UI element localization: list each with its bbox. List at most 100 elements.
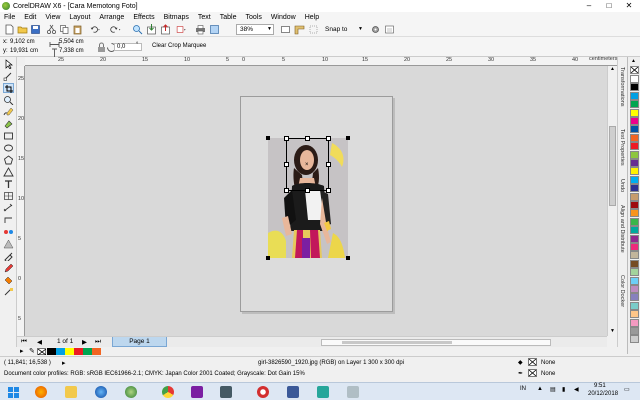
shape-tool-icon[interactable] [3, 71, 14, 81]
palette-swatch[interactable] [630, 192, 639, 201]
page-last-icon[interactable]: ⏭ [95, 338, 101, 346]
undo-icon[interactable] [90, 24, 106, 35]
smart-fill-tool-icon[interactable] [3, 119, 14, 129]
palette-swatch[interactable] [630, 184, 639, 193]
facebook-icon[interactable] [282, 384, 304, 400]
drawing-canvas[interactable]: × [25, 66, 607, 336]
crop-handle-top-right[interactable] [326, 136, 331, 141]
menu-window[interactable]: Window [271, 14, 296, 21]
y-position-field[interactable]: 19,931 cm [10, 48, 38, 54]
bitmap-node-bottom-left[interactable] [266, 256, 270, 260]
palette-swatch[interactable] [630, 268, 639, 277]
fill-tool-icon[interactable] [3, 275, 14, 285]
print-icon[interactable] [195, 24, 206, 35]
rulers-icon[interactable] [294, 24, 305, 35]
table-tool-icon[interactable] [3, 191, 14, 201]
close-button[interactable]: ✕ [620, 0, 638, 12]
zoom-tool-icon[interactable] [3, 95, 14, 105]
docker-tab-transformations[interactable]: Transformations [619, 67, 625, 107]
vertical-ruler[interactable]: 25 20 15 10 5 0 5 [17, 66, 25, 336]
width-field[interactable]: 5,504 cm [59, 39, 84, 45]
menu-view[interactable]: View [45, 14, 60, 21]
copy-icon[interactable] [59, 24, 70, 35]
eyedropper-tool-icon[interactable] [3, 251, 14, 261]
docker-tab-text-properties[interactable]: Text Properties [619, 129, 625, 166]
crop-handle-top-middle[interactable] [305, 136, 310, 141]
crop-handle-middle-left[interactable] [284, 162, 289, 167]
doc-swatch[interactable] [56, 348, 65, 355]
visual-studio-icon[interactable] [186, 384, 208, 400]
import-icon[interactable] [146, 24, 157, 35]
palette-menu-icon[interactable]: ▸ [20, 347, 24, 355]
doc-swatch[interactable] [47, 348, 56, 355]
page-tab[interactable]: Page 1 [112, 337, 167, 347]
doc-swatch[interactable] [92, 348, 101, 355]
palette-swatch[interactable] [630, 285, 639, 293]
full-screen-icon[interactable] [280, 24, 291, 35]
coreldraw-taskbar-icon[interactable] [120, 384, 142, 400]
palette-swatch[interactable] [630, 335, 639, 344]
menu-layout[interactable]: Layout [69, 14, 90, 21]
palette-swatch[interactable] [630, 117, 639, 125]
palette-swatch[interactable] [630, 201, 639, 209]
bitmap-node-top-right[interactable] [346, 136, 350, 140]
opera-icon[interactable] [252, 384, 274, 400]
outline-pen-tool-icon[interactable] [3, 263, 14, 273]
tray-arrow-icon[interactable]: ▲ [537, 386, 543, 392]
horizontal-scroll-thumb[interactable] [342, 341, 452, 344]
palette-swatch[interactable] [630, 125, 639, 134]
docker-tab-color[interactable]: Color Docker [619, 275, 625, 307]
parallel-dimension-tool-icon[interactable] [3, 203, 14, 213]
text-tool-icon[interactable] [3, 179, 14, 189]
settings-app-icon[interactable] [215, 384, 237, 400]
palette-swatch[interactable] [630, 301, 639, 310]
open-folder-icon[interactable] [17, 24, 28, 35]
transparency-tool-icon[interactable] [3, 239, 14, 249]
notepad-icon[interactable] [342, 384, 364, 400]
welcome-screen-icon[interactable] [209, 24, 220, 35]
palette-swatch[interactable] [630, 259, 639, 268]
page-first-icon[interactable]: ⏮ [21, 338, 27, 346]
redo-icon[interactable] [110, 24, 126, 35]
eyedropper-icon[interactable]: ✎ [29, 347, 35, 355]
palette-swatch[interactable] [630, 234, 639, 243]
crop-tool-icon[interactable] [3, 83, 14, 93]
bitmap-node-bottom-right[interactable] [346, 256, 350, 260]
page-prev-icon[interactable]: ◀ [37, 338, 42, 346]
palette-swatch[interactable] [630, 251, 639, 260]
interactive-fill-tool-icon[interactable] [3, 287, 14, 297]
menu-bitmaps[interactable]: Bitmaps [164, 14, 189, 21]
crop-handle-bottom-right[interactable] [326, 188, 331, 193]
horizontal-scrollbar[interactable] [321, 339, 551, 346]
menu-help[interactable]: Help [305, 14, 319, 21]
menu-edit[interactable]: Edit [24, 14, 36, 21]
palette-swatch[interactable] [630, 167, 639, 176]
palette-swatch[interactable] [630, 209, 639, 218]
basic-shapes-tool-icon[interactable] [3, 167, 14, 177]
palette-swatch[interactable] [630, 133, 639, 142]
clock-date[interactable]: 20/12/2018 [588, 391, 618, 397]
search-content-icon[interactable] [132, 24, 143, 35]
lock-ratio-icon[interactable] [96, 42, 105, 52]
palette-swatch[interactable] [630, 243, 639, 251]
height-field[interactable]: 7,338 cm [59, 48, 84, 54]
palette-swatch[interactable] [630, 293, 639, 302]
action-center-icon[interactable]: ▭ [624, 386, 630, 393]
new-document-icon[interactable] [4, 24, 15, 35]
palette-swatch[interactable] [630, 175, 639, 184]
file-explorer-icon[interactable] [60, 384, 82, 400]
palette-swatch[interactable] [630, 217, 639, 226]
firefox-icon[interactable] [30, 384, 52, 400]
export-icon[interactable] [160, 24, 171, 35]
media-player-icon[interactable] [90, 384, 112, 400]
menu-tools[interactable]: Tools [245, 14, 261, 21]
menu-effects[interactable]: Effects [133, 14, 154, 21]
crop-handle-bottom-left[interactable] [284, 188, 289, 193]
doc-swatch[interactable] [65, 348, 74, 355]
options-gear-icon[interactable] [370, 24, 381, 35]
save-icon[interactable] [30, 24, 41, 35]
page-next-icon[interactable]: ▶ [82, 338, 87, 346]
palette-swatch[interactable] [630, 75, 639, 83]
maximize-button[interactable]: □ [600, 0, 618, 12]
menu-text[interactable]: Text [198, 14, 211, 21]
